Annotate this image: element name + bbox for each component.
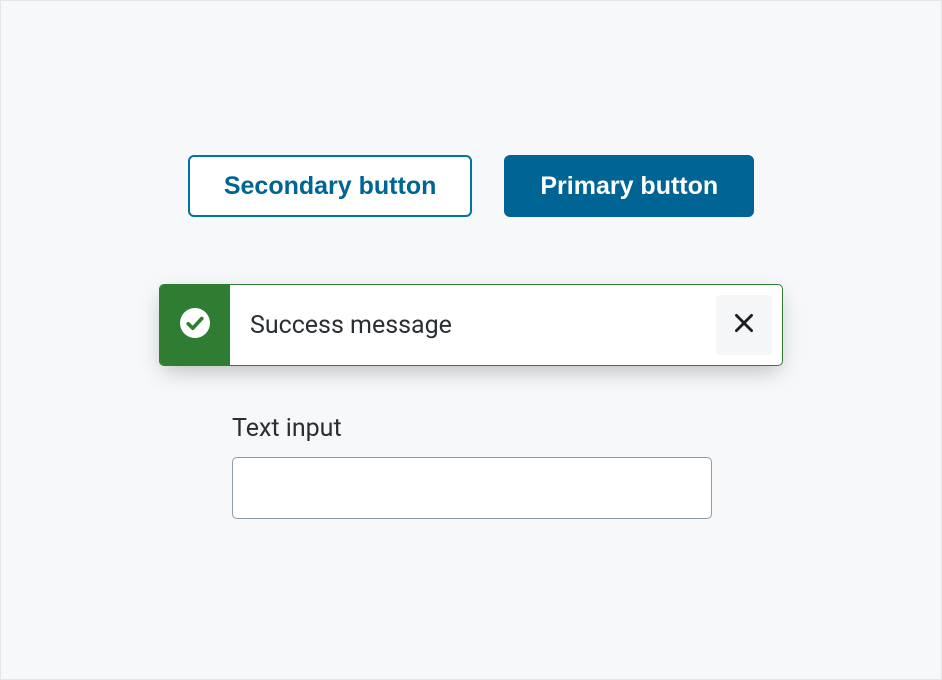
close-icon <box>731 310 757 340</box>
secondary-button[interactable]: Secondary button <box>188 155 473 217</box>
text-input-field-group: Text input <box>232 414 712 519</box>
success-alert: Success message <box>159 284 783 366</box>
text-input[interactable] <box>232 457 712 519</box>
button-row: Secondary button Primary button <box>1 155 941 217</box>
alert-message: Success message <box>230 285 716 365</box>
component-showcase-frame: Secondary button Primary button Success … <box>0 0 942 680</box>
text-input-label: Text input <box>232 414 712 443</box>
primary-button[interactable]: Primary button <box>504 155 754 217</box>
check-circle-icon <box>177 305 213 345</box>
alert-close-button[interactable] <box>716 295 772 355</box>
alert-icon-block <box>160 285 230 365</box>
